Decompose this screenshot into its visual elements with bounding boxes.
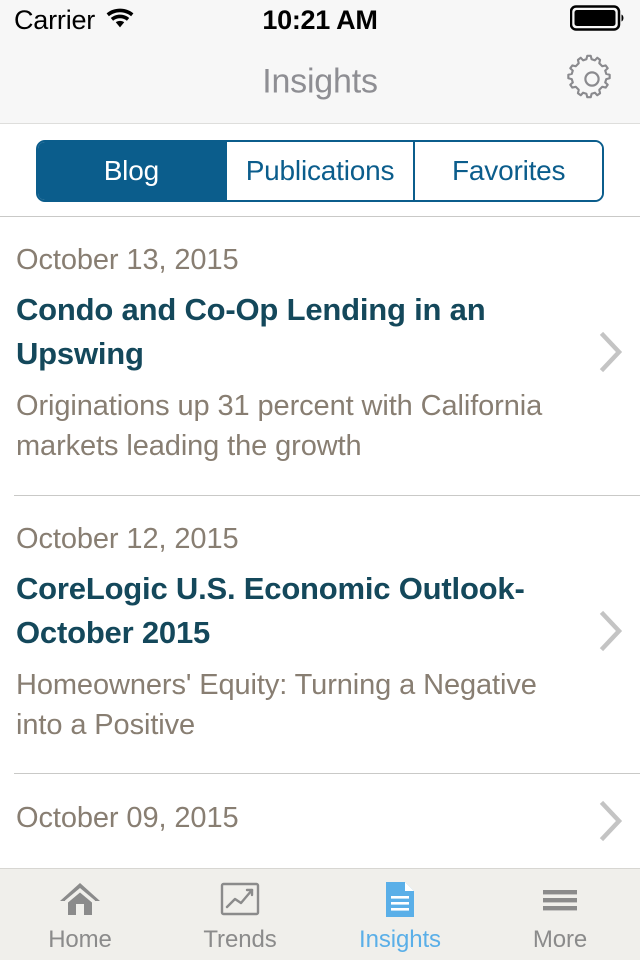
list-item-title: Condo and Co-Op Lending in an Upswing bbox=[16, 292, 486, 372]
table-row[interactable]: October 13, 2015 Condo and Co-Op Lending… bbox=[0, 217, 640, 495]
battery-full-icon bbox=[569, 4, 626, 36]
page-title: Insights bbox=[262, 62, 378, 100]
list-item-content: October 12, 2015 CoreLogic U.S. Economic… bbox=[16, 522, 582, 746]
list-item-title: CoreLogic U.S. Economic Outlook- October… bbox=[16, 570, 525, 650]
table-row[interactable]: October 09, 2015 bbox=[0, 774, 640, 868]
segmented-control[interactable]: Blog Publications Favorites bbox=[36, 140, 604, 202]
segment-blog-label: Blog bbox=[103, 155, 159, 186]
list-item-date: October 13, 2015 bbox=[16, 244, 239, 276]
list-item-disclosure[interactable] bbox=[582, 610, 640, 657]
navigation-bar: Insights bbox=[0, 40, 640, 124]
gear-icon bbox=[567, 54, 617, 109]
list-item-date: October 12, 2015 bbox=[16, 522, 239, 555]
tab-more[interactable]: More bbox=[480, 869, 640, 960]
tab-trends[interactable]: Trends bbox=[160, 869, 320, 960]
hamburger-icon bbox=[540, 880, 580, 920]
status-bar: Carrier 10:21 AM bbox=[0, 0, 640, 40]
blog-post-list[interactable]: October 13, 2015 Condo and Co-Op Lending… bbox=[0, 217, 640, 868]
app-screen: Carrier 10:21 AM Insights Blog Publicati… bbox=[0, 0, 640, 960]
settings-button[interactable] bbox=[566, 54, 618, 109]
home-icon bbox=[58, 880, 102, 920]
list-item-content: October 09, 2015 bbox=[16, 801, 582, 846]
tab-insights[interactable]: Insights bbox=[320, 869, 480, 960]
chevron-right-icon bbox=[598, 331, 624, 378]
list-item-subtitle: Homeowners' Equity: Turning a Negative i… bbox=[16, 668, 537, 741]
status-bar-left: Carrier bbox=[14, 5, 262, 36]
list-item-date: October 09, 2015 bbox=[16, 802, 239, 835]
tab-home[interactable]: Home bbox=[0, 869, 160, 960]
list-item-content: October 13, 2015 Condo and Co-Op Lending… bbox=[16, 243, 582, 467]
status-bar-right bbox=[378, 4, 626, 36]
list-item-disclosure[interactable] bbox=[582, 800, 640, 847]
chevron-right-icon bbox=[598, 800, 624, 847]
segment-favorites-label: Favorites bbox=[452, 155, 566, 186]
segment-publications[interactable]: Publications bbox=[224, 142, 414, 200]
segment-blog[interactable]: Blog bbox=[38, 142, 225, 200]
tab-insights-label: Insights bbox=[359, 925, 441, 953]
chart-line-icon bbox=[220, 880, 260, 920]
chevron-right-icon bbox=[598, 610, 624, 657]
segmented-control-container: Blog Publications Favorites bbox=[0, 125, 640, 217]
table-row[interactable]: October 12, 2015 CoreLogic U.S. Economic… bbox=[0, 495, 640, 774]
segment-favorites[interactable]: Favorites bbox=[413, 142, 602, 200]
tab-more-label: More bbox=[532, 925, 588, 953]
list-item-disclosure[interactable] bbox=[582, 331, 640, 378]
tab-trends-label: Trends bbox=[203, 925, 277, 953]
status-bar-clock: 10:21 AM bbox=[262, 4, 378, 35]
carrier-label: Carrier bbox=[14, 4, 96, 35]
segment-publications-label: Publications bbox=[245, 155, 395, 186]
document-icon bbox=[383, 880, 417, 920]
tab-home-label: Home bbox=[48, 925, 112, 953]
tab-bar: Home Trends Insights More bbox=[0, 868, 640, 960]
list-item-subtitle: Originations up 31 percent with Californ… bbox=[16, 390, 543, 462]
wifi-icon bbox=[105, 6, 135, 35]
